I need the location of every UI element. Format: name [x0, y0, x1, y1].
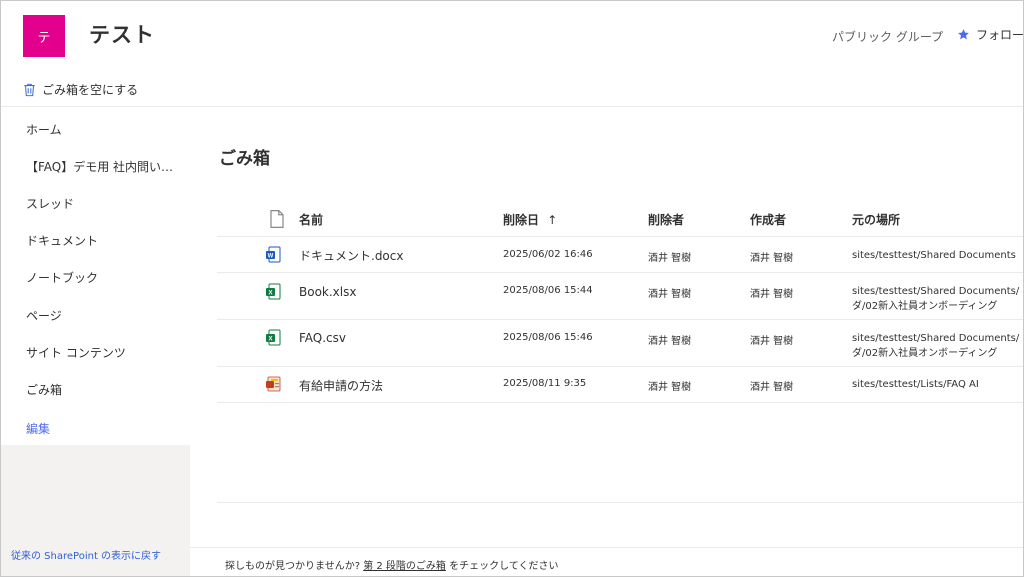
second-stage-hint-prefix: 探しものが見つかりませんか?: [225, 561, 361, 572]
svg-text:X: X: [268, 291, 272, 297]
column-header-deleted-date-label: 削除日: [503, 213, 540, 227]
list-item-icon: [266, 376, 281, 392]
second-stage-hint-suffix: をチェックしてください: [449, 561, 559, 572]
column-header-created-by[interactable]: 作成者: [750, 211, 786, 228]
second-stage-hint: 探しものが見つかりませんか? 第 2 段階のごみ箱 をチェックしてください: [225, 557, 559, 572]
row-deleted-date: 2025/08/06 15:44: [503, 285, 593, 296]
row-deleted-date: 2025/08/06 15:46: [503, 332, 593, 343]
row-location-line1: sites/testtest/Shared Documents/【デモ: [852, 286, 1023, 297]
table-row[interactable]: 有給申請の方法 2025/08/11 9:35 酒井 智樹 酒井 智樹 site…: [217, 367, 1023, 403]
table-row[interactable]: X FAQ.csv 2025/08/06 15:46 酒井 智樹 酒井 智樹 s…: [217, 320, 1023, 367]
table-header: 名前 削除日 ↑ 削除者 作成者 元の場所: [217, 201, 1023, 237]
row-file-name[interactable]: FAQ.csv: [299, 331, 346, 345]
sidebar-item-recycle-bin[interactable]: ごみ箱: [26, 381, 62, 398]
row-original-location: sites/testtest/Shared Documents: [852, 248, 1023, 263]
row-location-line1: sites/testtest/Shared Documents: [852, 250, 1016, 261]
command-bar: ごみ箱を空にする: [1, 73, 1023, 107]
row-location-line2: ダ/02新入社員オンボーディング: [852, 348, 998, 359]
sidebar-item-threads[interactable]: スレッド: [26, 195, 74, 212]
sidebar-item-site-contents[interactable]: サイト コンテンツ: [26, 344, 126, 361]
sidebar-item-documents[interactable]: ドキュメント: [26, 232, 98, 249]
site-header: テ テスト パブリック グループ フォロー: [1, 1, 1024, 67]
column-header-deleted-by[interactable]: 削除者: [648, 211, 684, 228]
sidebar-item-notebook[interactable]: ノートブック: [26, 269, 98, 286]
row-deleted-date: 2025/06/02 16:46: [503, 249, 593, 260]
word-file-icon: W: [266, 246, 281, 263]
row-location-line2: ダ/02新入社員オンボーディング: [852, 301, 998, 312]
svg-text:W: W: [268, 254, 274, 260]
row-deleted-by: 酒井 智樹: [648, 382, 692, 393]
excel-file-icon: X: [266, 283, 281, 300]
row-file-name[interactable]: Book.xlsx: [299, 285, 356, 299]
row-file-name[interactable]: 有給申請の方法: [299, 377, 383, 394]
empty-recycle-bin-label: ごみ箱を空にする: [42, 83, 139, 97]
row-location-line1: sites/testtest/Shared Documents/【デモ: [852, 333, 1023, 344]
trash-icon: [24, 83, 35, 96]
row-deleted-date: 2025/08/11 9:35: [503, 378, 587, 389]
star-icon: [958, 29, 969, 40]
sort-ascending-icon: ↑: [547, 213, 558, 227]
row-location-line1: sites/testtest/Lists/FAQ AI: [852, 379, 979, 390]
row-deleted-by: 酒井 智樹: [648, 336, 692, 347]
row-created-by: 酒井 智樹: [750, 289, 794, 300]
excel-file-icon: X: [266, 329, 281, 346]
empty-recycle-bin-button[interactable]: ごみ箱を空にする: [23, 81, 138, 98]
row-original-location: sites/testtest/Lists/FAQ AI: [852, 377, 1023, 392]
site-logo[interactable]: テ: [23, 15, 65, 57]
follow-button[interactable]: フォロー: [957, 26, 1024, 43]
sharepoint-window: テ テスト パブリック グループ フォロー ごみ箱を空にする ホーム 【FAQ】…: [0, 0, 1024, 577]
table-row[interactable]: W ドキュメント.docx 2025/06/02 16:46 酒井 智樹 酒井 …: [217, 237, 1023, 273]
sidebar-edit-link[interactable]: 編集: [26, 420, 50, 437]
classic-view-link[interactable]: 従来の SharePoint の表示に戻す: [11, 547, 161, 562]
column-header-original-location[interactable]: 元の場所: [852, 211, 900, 228]
follow-label: フォロー: [976, 28, 1024, 42]
column-header-name[interactable]: 名前: [299, 211, 323, 228]
row-created-by: 酒井 智樹: [750, 253, 794, 264]
sidebar: ホーム 【FAQ】デモ用 社内問い… スレッド ドキュメント ノートブック ペー…: [1, 108, 190, 576]
footer-divider: [190, 547, 1023, 548]
row-file-name[interactable]: ドキュメント.docx: [299, 247, 403, 264]
sidebar-item-faq[interactable]: 【FAQ】デモ用 社内問い…: [26, 158, 173, 175]
sidebar-item-home[interactable]: ホーム: [26, 121, 62, 138]
row-original-location: sites/testtest/Shared Documents/【デモ ダ/02…: [852, 331, 1023, 361]
group-type-label: パブリック グループ: [832, 30, 944, 44]
row-created-by: 酒井 智樹: [750, 382, 794, 393]
site-logo-letter: テ: [37, 30, 51, 46]
page-title: ごみ箱: [219, 149, 270, 169]
second-stage-recycle-bin-link[interactable]: 第 2 段階のごみ箱: [363, 561, 446, 572]
row-created-by: 酒井 智樹: [750, 336, 794, 347]
list-bottom-divider: [217, 502, 1023, 503]
sidebar-item-pages[interactable]: ページ: [26, 307, 62, 324]
table-row[interactable]: X Book.xlsx 2025/08/06 15:44 酒井 智樹 酒井 智樹…: [217, 273, 1023, 320]
file-type-header-icon[interactable]: [269, 210, 285, 228]
column-header-deleted-date[interactable]: 削除日 ↑: [503, 211, 557, 228]
row-original-location: sites/testtest/Shared Documents/【デモ ダ/02…: [852, 284, 1023, 314]
row-deleted-by: 酒井 智樹: [648, 253, 692, 264]
row-deleted-by: 酒井 智樹: [648, 289, 692, 300]
site-title[interactable]: テスト: [89, 19, 155, 49]
svg-text:X: X: [268, 337, 272, 343]
nav-list: ホーム 【FAQ】デモ用 社内問い… スレッド ドキュメント ノートブック ペー…: [1, 108, 190, 445]
